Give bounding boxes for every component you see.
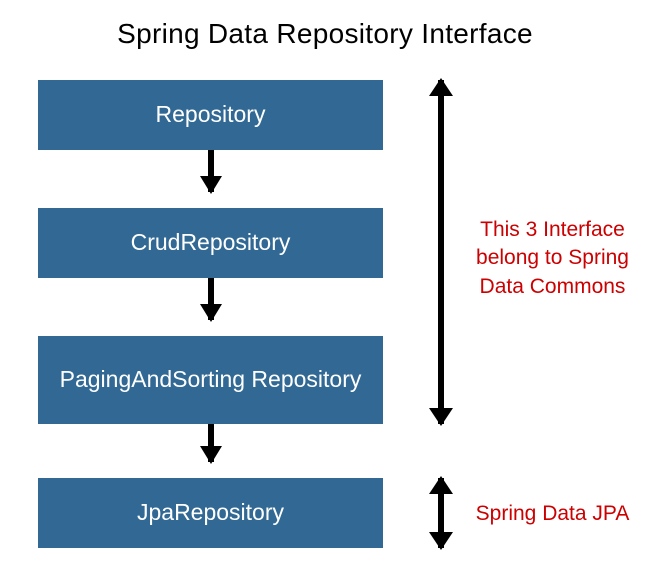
box-crud-repository: CrudRepository [38, 208, 383, 278]
range-arrow-jpa [438, 478, 444, 548]
diagram-title: Spring Data Repository Interface [0, 18, 650, 50]
box-label: PagingAndSorting Repository [60, 366, 362, 394]
box-repository: Repository [38, 80, 383, 150]
box-label: CrudRepository [131, 229, 291, 257]
box-label: JpaRepository [137, 499, 284, 527]
arrow-down-1 [208, 150, 214, 192]
range-arrow-commons [438, 80, 444, 424]
annotation-commons: This 3 Interface belong to Spring Data C… [470, 216, 635, 301]
box-label: Repository [156, 101, 266, 129]
annotation-jpa: Spring Data JPA [470, 500, 635, 528]
arrow-down-3 [208, 424, 214, 462]
box-paging-sorting-repository: PagingAndSorting Repository [38, 336, 383, 424]
arrow-down-2 [208, 278, 214, 320]
box-jpa-repository: JpaRepository [38, 478, 383, 548]
